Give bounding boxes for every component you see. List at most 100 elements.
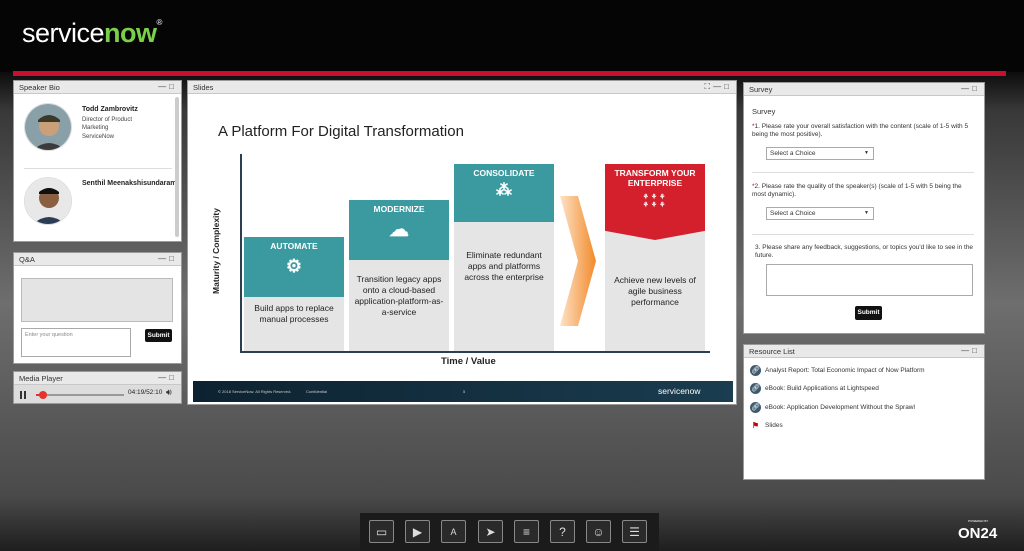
pdf-icon: ⚑ xyxy=(750,420,761,431)
resource-link[interactable]: ⚑ Slides xyxy=(750,420,783,432)
maximize-icon[interactable]: □ xyxy=(169,253,177,265)
time-readout: 04:19/52:10 xyxy=(128,389,163,396)
footer-logo: servicenow xyxy=(658,386,701,396)
footer-confidential: Confidential xyxy=(306,389,328,394)
minimize-icon[interactable]: — xyxy=(158,253,169,265)
link-icon: 🔗︎ xyxy=(750,365,761,376)
stage-text: Transition legacy apps onto a cloud-base… xyxy=(354,274,444,317)
footer-copyright: © 2018 ServiceNow. All Rights Reserved. xyxy=(218,389,292,394)
slide-title: A Platform For Digital Transformation xyxy=(218,123,464,140)
avatar xyxy=(24,177,72,225)
speaker-card: Senthil Meenakshisundaram xyxy=(24,177,184,237)
minimize-icon[interactable]: — xyxy=(713,81,724,93)
speaker-company: ServiceNow xyxy=(82,134,115,140)
page-number: 5 xyxy=(463,389,466,394)
stage-transform: TRANSFORM YOUR ENTERPRISE ⚘⚘⚘ ⚘⚘⚘ Achieve… xyxy=(605,164,705,351)
survey-question-2: *2. Please rate the quality of the speak… xyxy=(752,183,962,198)
stage-head: AUTOMATE ⚙ xyxy=(244,237,344,297)
avatar xyxy=(24,103,72,151)
maximize-icon[interactable]: □ xyxy=(169,372,177,384)
minimize-icon[interactable]: — xyxy=(158,81,169,93)
stage-consolidate: CONSOLIDATE ⁂ Eliminate redundant apps a… xyxy=(454,164,554,351)
top-header: servicenow® xyxy=(0,0,1024,72)
seek-handle[interactable] xyxy=(39,391,48,399)
document-icon[interactable]: ≡ xyxy=(514,520,539,543)
panel-header: Survey —□ xyxy=(744,83,984,96)
volume-icon[interactable]: 🔊︎ xyxy=(166,387,172,398)
panel-header: Slides ⛶—□ xyxy=(188,81,736,94)
y-axis xyxy=(240,154,242,352)
stage-automate: AUTOMATE ⚙ Build apps to replace manual … xyxy=(244,237,344,351)
speaker-bio-panel: Speaker Bio —□ Todd Zambrovitz Director … xyxy=(13,80,182,242)
person-icon[interactable]: ☺ xyxy=(586,520,611,543)
y-axis-label: Maturity / Complexity xyxy=(210,208,221,294)
survey-submit-button[interactable]: Submit xyxy=(855,306,882,320)
speaker-card: Todd Zambrovitz Director of Product Mark… xyxy=(24,103,184,163)
accent-bar xyxy=(13,71,1006,76)
link-icon: 🔗︎ xyxy=(750,402,761,413)
panel-header: Q&A —□ xyxy=(14,253,181,266)
resource-link[interactable]: 🔗︎ eBook: Application Development Without… xyxy=(750,402,915,414)
help-icon[interactable]: ? xyxy=(550,520,575,543)
gears-icon: ⚙ xyxy=(285,256,303,276)
q2-select[interactable]: Select a Choice ▼ xyxy=(766,207,874,220)
maximize-icon[interactable]: □ xyxy=(724,81,732,93)
panel-header: Resource List —□ xyxy=(744,345,984,358)
speaker-name: Todd Zambrovitz xyxy=(82,106,138,113)
slide-canvas: A Platform For Digital Transformation Ma… xyxy=(193,96,733,402)
arrow-icon xyxy=(560,196,596,326)
panel-header: Media Player —□ xyxy=(14,372,181,385)
link-icon: 🔗︎ xyxy=(750,383,761,394)
video-icon[interactable]: ▶ xyxy=(405,520,430,543)
panel-header: Speaker Bio —□ xyxy=(14,81,181,94)
q1-select[interactable]: Select a Choice ▼ xyxy=(766,147,874,160)
media-player-panel: Media Player —□ 04:19/52:10 🔊︎ xyxy=(13,371,182,404)
slide-footer: © 2018 ServiceNow. All Rights Reserved. … xyxy=(193,381,733,402)
chevron-down-icon: ▼ xyxy=(864,210,869,216)
question-input[interactable]: Enter your question xyxy=(21,328,131,357)
stage-text: Eliminate redundant apps and platforms a… xyxy=(464,250,544,282)
chevron-down-icon: ▼ xyxy=(864,150,869,156)
qa-panel: Q&A —□ Enter your question Submit xyxy=(13,252,182,364)
clipboard-icon[interactable]: ☰ xyxy=(622,520,647,543)
servicenow-logo: servicenow® xyxy=(22,18,162,48)
maximize-icon[interactable]: □ xyxy=(972,345,980,357)
send-icon[interactable]: ➤ xyxy=(478,520,503,543)
media-controls: 04:19/52:10 🔊︎ xyxy=(14,385,181,403)
cloud-icon: ☁ xyxy=(389,219,409,241)
resource-list-panel: Resource List —□ 🔗︎ Analyst Report: Total… xyxy=(743,344,985,480)
stage-modernize: MODERNIZE ☁ Transition legacy apps onto … xyxy=(349,200,449,351)
speaker-name: Senthil Meenakshisundaram xyxy=(82,180,177,187)
x-axis xyxy=(240,351,710,353)
survey-heading: Survey xyxy=(752,107,776,116)
fullscreen-icon[interactable]: ⛶ xyxy=(705,81,714,93)
feedback-textarea[interactable] xyxy=(766,264,973,296)
maximize-icon[interactable]: □ xyxy=(169,81,177,93)
stage-head: CONSOLIDATE ⁂ xyxy=(454,164,554,222)
network-icon: ⁂ xyxy=(496,182,512,199)
qa-submit-button[interactable]: Submit xyxy=(145,329,172,342)
slides-panel: Slides ⛶—□ A Platform For Digital Transf… xyxy=(187,80,737,405)
translate-icon[interactable]: A xyxy=(441,520,466,543)
stage-head: TRANSFORM YOUR ENTERPRISE ⚘⚘⚘ ⚘⚘⚘ xyxy=(605,164,705,240)
minimize-icon[interactable]: — xyxy=(961,83,972,95)
speaker-title: Director of Product Marketing xyxy=(82,117,133,131)
stage-text: Build apps to replace manual processes xyxy=(254,303,334,324)
on24-logo: POWERED BY ON24 xyxy=(958,519,998,542)
maximize-icon[interactable]: □ xyxy=(972,83,980,95)
resource-link[interactable]: 🔗︎ Analyst Report: Total Economic Impact … xyxy=(750,365,925,377)
scrollbar[interactable] xyxy=(175,97,179,237)
butterfly-icon: ⚘⚘⚘ ⚘⚘⚘ xyxy=(642,194,668,209)
minimize-icon[interactable]: — xyxy=(961,345,972,357)
stage-head: MODERNIZE ☁ xyxy=(349,200,449,260)
x-axis-label: Time / Value xyxy=(441,356,496,367)
bottom-toolbar: ▭ ▶ A ➤ ≡ ? ☺ ☰ xyxy=(360,513,659,551)
survey-question-1: *1. Please rate your overall satisfactio… xyxy=(752,123,969,138)
qa-history xyxy=(21,278,173,322)
survey-panel: Survey —□ Survey *1. Please rate your ov… xyxy=(743,82,985,334)
minimize-icon[interactable]: — xyxy=(158,372,169,384)
seek-bar[interactable] xyxy=(36,391,124,399)
monitor-icon[interactable]: ▭ xyxy=(369,520,394,543)
resource-link[interactable]: 🔗︎ eBook: Build Applications at Lightspee… xyxy=(750,383,879,395)
pause-icon[interactable] xyxy=(20,391,26,399)
